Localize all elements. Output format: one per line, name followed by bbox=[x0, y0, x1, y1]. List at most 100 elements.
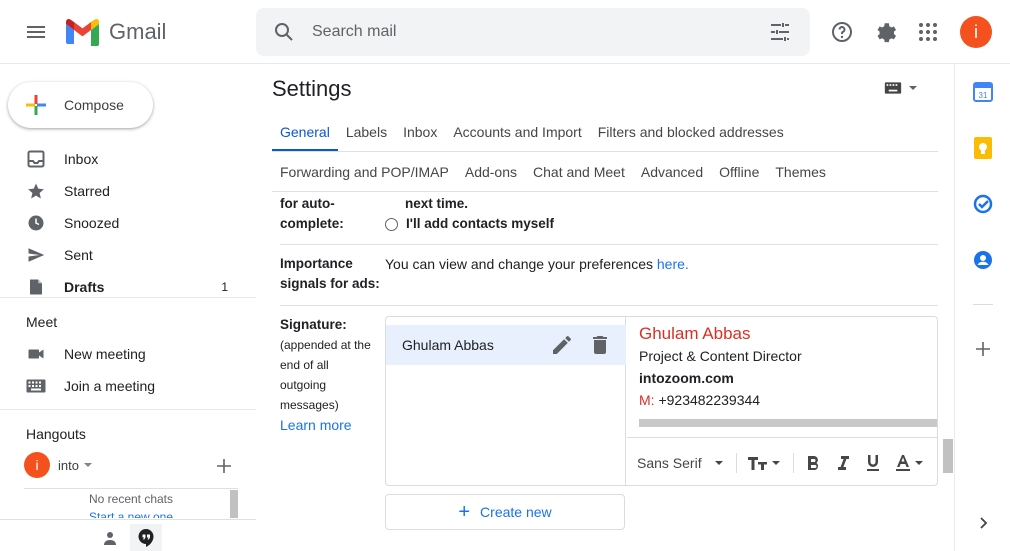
tab-chat-meet[interactable]: Chat and Meet bbox=[525, 152, 633, 192]
nav-item-inbox[interactable]: Inbox bbox=[0, 143, 248, 175]
tab-general[interactable]: General bbox=[272, 112, 338, 152]
font-family-select[interactable]: Sans Serif bbox=[637, 455, 724, 471]
font-size-button[interactable] bbox=[747, 454, 781, 472]
nav-label: Snoozed bbox=[64, 215, 120, 231]
signature-content-company: intozoom.com bbox=[639, 370, 734, 386]
nav-divider bbox=[0, 297, 256, 298]
contacts-app-button[interactable] bbox=[971, 248, 995, 272]
underline-button[interactable] bbox=[864, 454, 882, 472]
nav-item-drafts[interactable]: Drafts 1 bbox=[0, 271, 248, 303]
hangouts-avatar: i bbox=[24, 452, 50, 478]
gmail-logo[interactable]: Gmail bbox=[64, 16, 166, 48]
hangouts-chat-icon bbox=[138, 529, 154, 547]
manual-radio[interactable] bbox=[385, 217, 398, 231]
settings-main: Settings General Labels Inbox Accounts a… bbox=[256, 64, 954, 551]
hangouts-scrollbar[interactable] bbox=[230, 490, 238, 518]
join-meeting-item[interactable]: Join a meeting bbox=[0, 370, 248, 402]
side-panel: 31 bbox=[954, 64, 1010, 551]
nav-item-snoozed[interactable]: Snoozed bbox=[0, 207, 248, 239]
hangouts-section-title: Hangouts bbox=[26, 426, 86, 442]
calendar-icon: 31 bbox=[973, 82, 993, 102]
tasks-check-icon bbox=[973, 194, 993, 214]
no-chats-text: No recent chats bbox=[88, 492, 174, 506]
tab-forwarding[interactable]: Forwarding and POP/IMAP bbox=[272, 152, 457, 192]
autocomplete-label: for auto- complete: bbox=[280, 196, 344, 231]
left-navigation: Compose Inbox Starred Snoozed Sent Draft… bbox=[0, 64, 256, 551]
top-header: Gmail i bbox=[0, 0, 1010, 64]
italic-button[interactable] bbox=[834, 454, 852, 472]
toolbar-separator bbox=[735, 452, 737, 473]
tab-inbox[interactable]: Inbox bbox=[395, 112, 445, 152]
contacts-person-icon bbox=[974, 251, 992, 269]
search-icon[interactable] bbox=[272, 20, 296, 44]
keep-notes-icon bbox=[974, 137, 992, 159]
row-divider bbox=[280, 305, 938, 306]
plus-icon: + bbox=[458, 501, 471, 523]
create-new-signature-button[interactable]: + Create new bbox=[385, 494, 625, 530]
show-side-panel-button[interactable] bbox=[971, 511, 995, 535]
tab-labels[interactable]: Labels bbox=[338, 112, 395, 152]
search-input[interactable] bbox=[312, 20, 752, 44]
send-icon bbox=[28, 248, 45, 262]
toolbar-separator bbox=[792, 452, 794, 473]
edit-pencil-icon[interactable] bbox=[550, 333, 574, 357]
text-color-button[interactable] bbox=[894, 454, 924, 472]
main-menu-button[interactable] bbox=[16, 12, 56, 52]
tab-addons[interactable]: Add-ons bbox=[457, 152, 525, 192]
bold-button[interactable] bbox=[804, 454, 822, 472]
apps-grid-icon[interactable] bbox=[916, 20, 940, 44]
add-hangout-icon[interactable] bbox=[216, 458, 232, 474]
tasks-app-button[interactable] bbox=[971, 192, 995, 216]
signature-horizontal-scrollbar[interactable] bbox=[639, 419, 937, 427]
signature-box: Ghulam Abbas Ghulam Abbas Project & Cont… bbox=[385, 316, 938, 486]
signature-list: Ghulam Abbas bbox=[386, 317, 626, 485]
tab-advanced[interactable]: Advanced bbox=[633, 152, 711, 192]
hangouts-tab[interactable] bbox=[130, 524, 162, 551]
signature-item-name: Ghulam Abbas bbox=[402, 337, 494, 353]
nav-item-sent[interactable]: Sent bbox=[0, 239, 248, 271]
keep-app-button[interactable] bbox=[971, 136, 995, 160]
delete-trash-icon[interactable] bbox=[588, 333, 612, 357]
page-title: Settings bbox=[272, 76, 352, 101]
meet-section-title: Meet bbox=[26, 314, 58, 330]
account-avatar[interactable]: i bbox=[960, 16, 992, 48]
search-options-icon[interactable] bbox=[768, 20, 792, 44]
star-icon bbox=[28, 183, 44, 199]
calendar-app-button[interactable]: 31 bbox=[971, 80, 995, 104]
tab-themes[interactable]: Themes bbox=[767, 152, 834, 192]
importance-here-link[interactable]: here. bbox=[657, 256, 689, 272]
get-addons-button[interactable] bbox=[971, 337, 995, 361]
tab-offline[interactable]: Offline bbox=[711, 152, 767, 192]
svg-text:31: 31 bbox=[979, 91, 988, 100]
autocomplete-manual-option[interactable]: I'll add contacts myself bbox=[385, 214, 554, 234]
hangouts-user[interactable]: i into bbox=[24, 452, 93, 478]
nav-item-starred[interactable]: Starred bbox=[0, 175, 248, 207]
settings-scrollbar[interactable] bbox=[943, 439, 953, 473]
autocomplete-next-time: next time. bbox=[405, 196, 469, 211]
compose-button[interactable]: Compose bbox=[8, 82, 153, 128]
search-bar bbox=[256, 8, 810, 56]
tab-filters[interactable]: Filters and blocked addresses bbox=[590, 112, 792, 152]
draft-icon bbox=[30, 279, 42, 295]
help-icon[interactable] bbox=[830, 20, 854, 44]
signature-editor[interactable]: Ghulam Abbas Project & Content Director … bbox=[627, 317, 937, 485]
clock-icon bbox=[28, 215, 44, 231]
start-new-chat-link[interactable]: Start a new one bbox=[24, 510, 238, 518]
drafts-count: 1 bbox=[221, 280, 228, 294]
compose-label: Compose bbox=[64, 97, 124, 113]
settings-gear-icon[interactable] bbox=[874, 20, 898, 44]
hamburger-menu-icon bbox=[27, 26, 45, 38]
signature-content[interactable]: Ghulam Abbas Project & Content Director … bbox=[639, 323, 937, 411]
caret-down-icon bbox=[909, 86, 917, 90]
underline-icon bbox=[866, 454, 879, 471]
importance-text: You can view and change your preferences… bbox=[385, 256, 689, 272]
contacts-tab[interactable] bbox=[94, 524, 126, 551]
settings-tabs-row-2: Forwarding and POP/IMAP Add-ons Chat and… bbox=[272, 152, 938, 192]
bold-icon bbox=[807, 455, 818, 470]
learn-more-link[interactable]: Learn more bbox=[280, 415, 380, 435]
signature-item[interactable]: Ghulam Abbas bbox=[386, 325, 626, 365]
new-meeting-item[interactable]: New meeting bbox=[0, 338, 248, 370]
signature-content-name: Ghulam Abbas bbox=[639, 324, 751, 343]
tab-accounts-import[interactable]: Accounts and Import bbox=[445, 112, 589, 152]
input-tools-button[interactable] bbox=[884, 82, 918, 94]
